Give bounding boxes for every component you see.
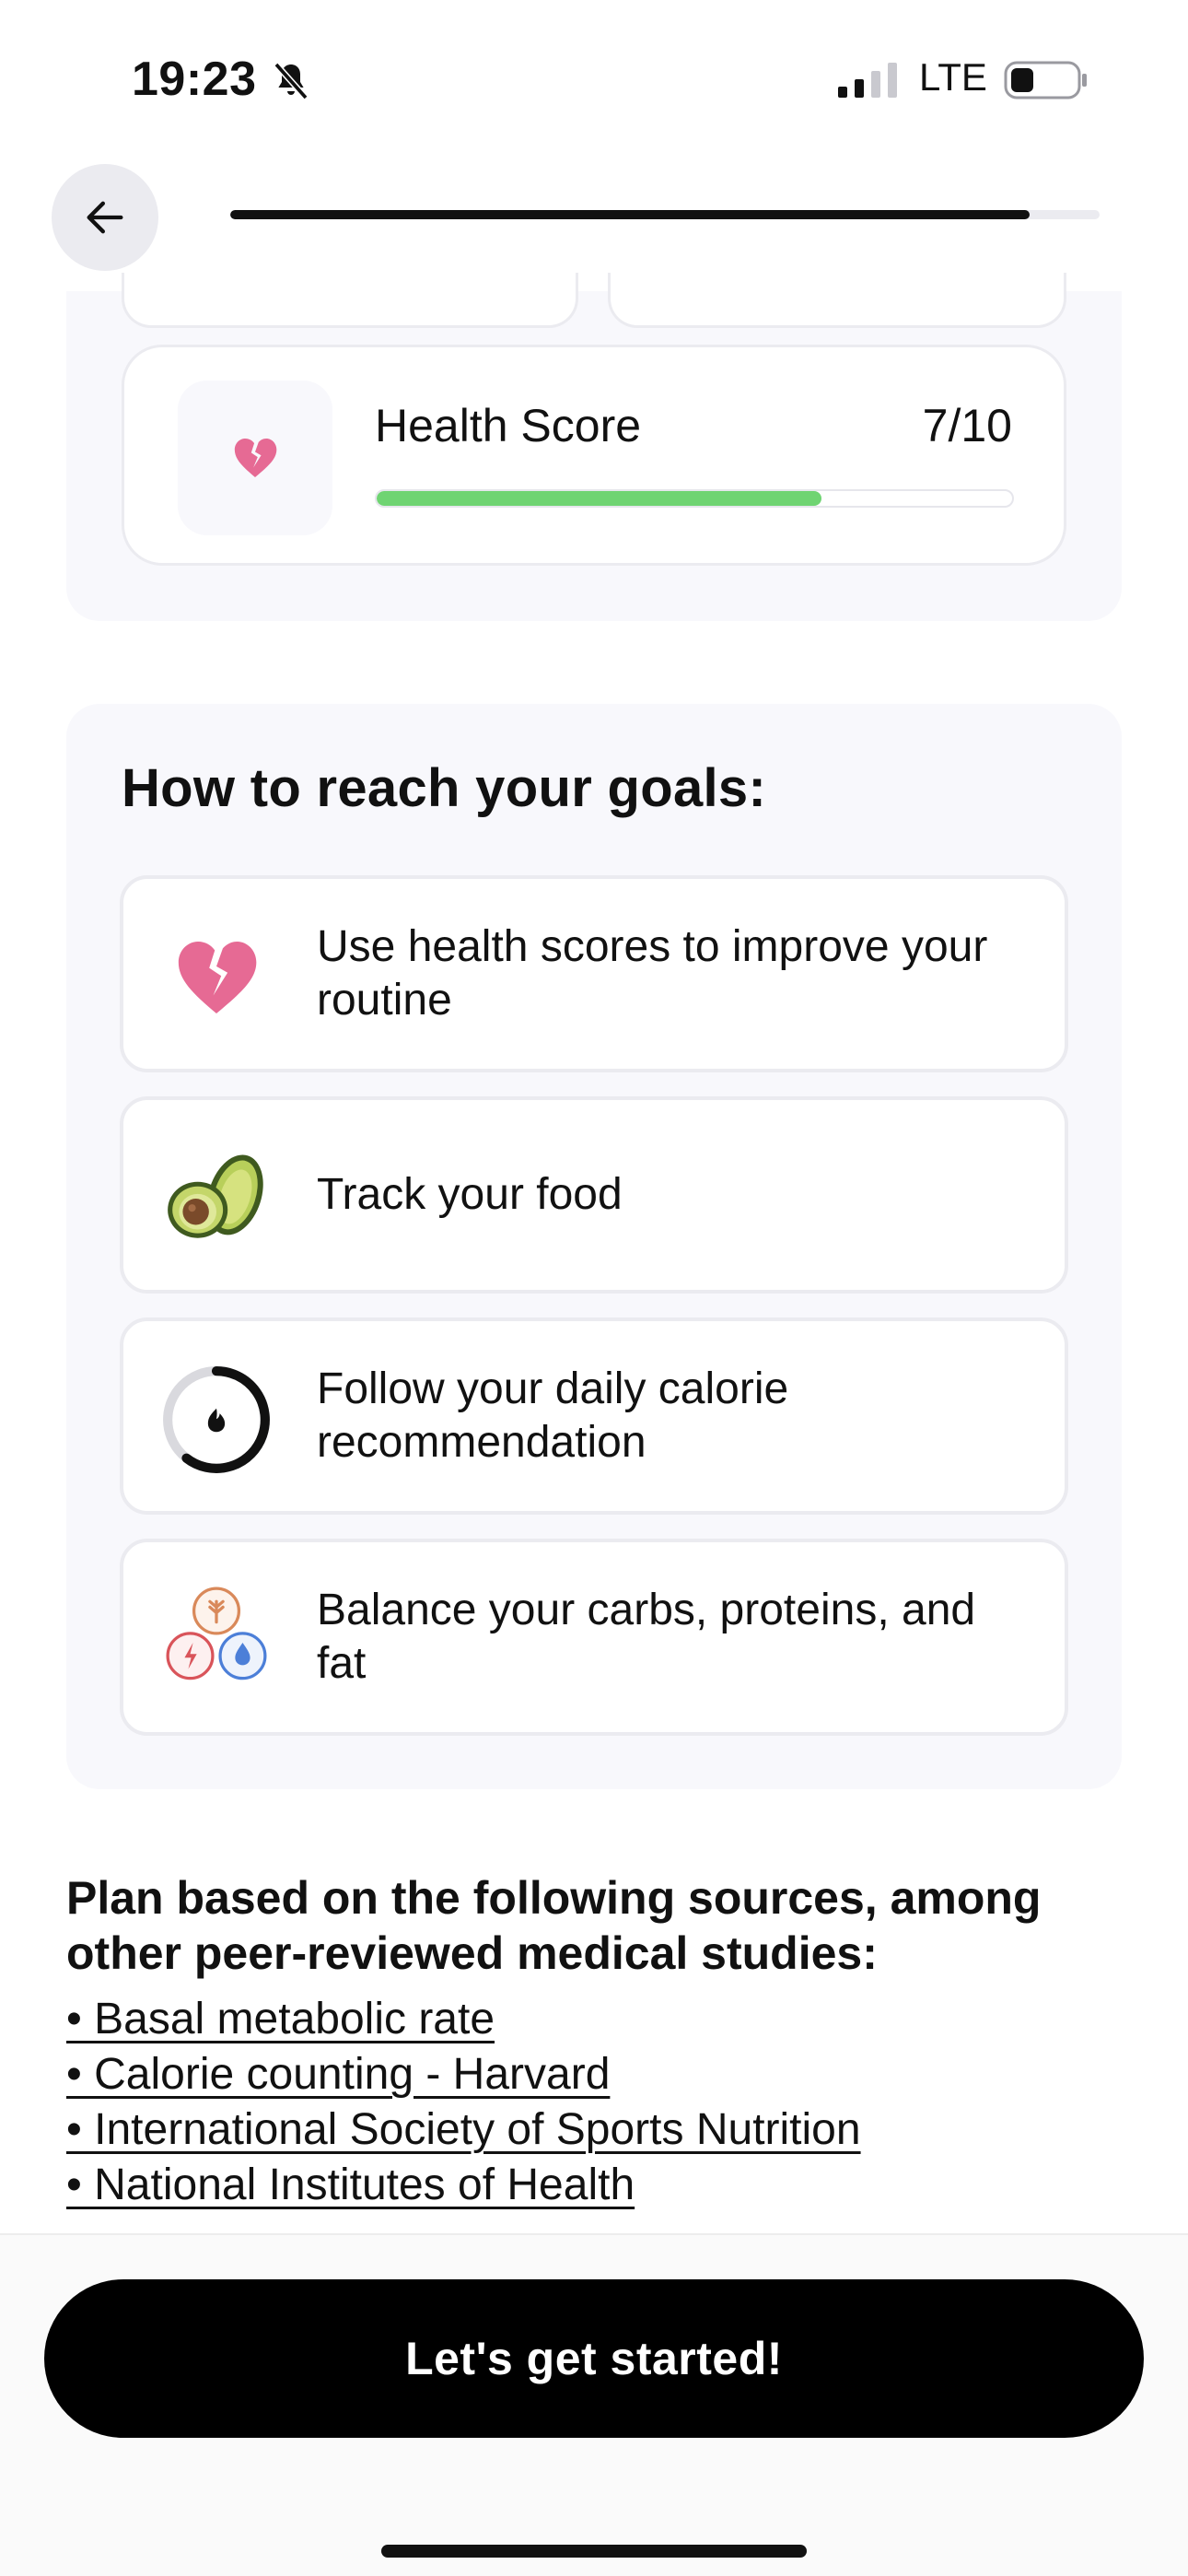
network-label: LTE <box>919 55 987 99</box>
health-score-bar-fill <box>377 491 821 506</box>
arrow-left-icon <box>87 201 123 234</box>
sources-section: Plan based on the following sources, amo… <box>66 1870 1122 2213</box>
bell-slash-icon <box>274 62 309 100</box>
get-started-button[interactable]: Let's get started! <box>44 2279 1144 2438</box>
plan-summary-panel: Health Score 7/10 <box>66 273 1122 621</box>
summary-card <box>608 273 1066 328</box>
source-link-issn[interactable]: • International Society of Sports Nutrit… <box>66 2102 1122 2158</box>
signal-icon <box>838 63 897 98</box>
broken-heart-icon <box>234 439 277 477</box>
avocado-icon <box>160 1142 273 1255</box>
source-link-nih[interactable]: • National Institutes of Health <box>66 2158 1122 2213</box>
back-button[interactable] <box>52 164 158 271</box>
goals-title: How to reach your goals: <box>122 758 767 818</box>
goal-text: Balance your carbs, proteins, and fat <box>317 1586 976 1688</box>
health-score-label: Health Score <box>375 400 642 451</box>
goals-panel: How to reach your goals: Use health scor… <box>66 704 1122 1789</box>
home-indicator <box>381 2545 807 2558</box>
goal-card-macros: Balance your carbs, proteins, and fat <box>120 1539 1068 1736</box>
source-link-calorie-counting-harvard[interactable]: • Calorie counting - Harvard <box>66 2047 1122 2102</box>
goal-text: Track your food <box>317 1170 623 1219</box>
onboarding-progress-bar <box>230 210 1100 219</box>
health-score-card: Health Score 7/10 <box>122 345 1066 566</box>
health-score-icon-box <box>178 381 332 535</box>
goal-text: Follow your daily calorie recommendation <box>317 1364 789 1467</box>
status-time: 19:23 <box>132 53 257 106</box>
onboarding-progress-fill <box>230 210 1031 219</box>
health-score-bar <box>375 489 1014 508</box>
sources-title: Plan based on the following sources, amo… <box>66 1872 1042 1979</box>
source-link-basal-metabolic-rate[interactable]: • Basal metabolic rate <box>66 1992 1122 2047</box>
health-score-value: 7/10 <box>922 400 1012 451</box>
bottom-bar: Let's get started! <box>0 2233 1188 2576</box>
battery-icon <box>1004 61 1087 100</box>
broken-heart-icon <box>160 921 273 1034</box>
summary-card <box>122 273 578 328</box>
macros-icon <box>160 1585 273 1697</box>
status-bar: 19:23 LTE <box>0 0 1188 157</box>
calorie-ring-icon <box>160 1364 273 1476</box>
goal-card-health-scores: Use health scores to improve your routin… <box>120 875 1068 1072</box>
goal-card-calories: Follow your daily calorie recommendation <box>120 1317 1068 1515</box>
goal-card-track-food: Track your food <box>120 1096 1068 1294</box>
goal-text: Use health scores to improve your routin… <box>317 922 988 1025</box>
